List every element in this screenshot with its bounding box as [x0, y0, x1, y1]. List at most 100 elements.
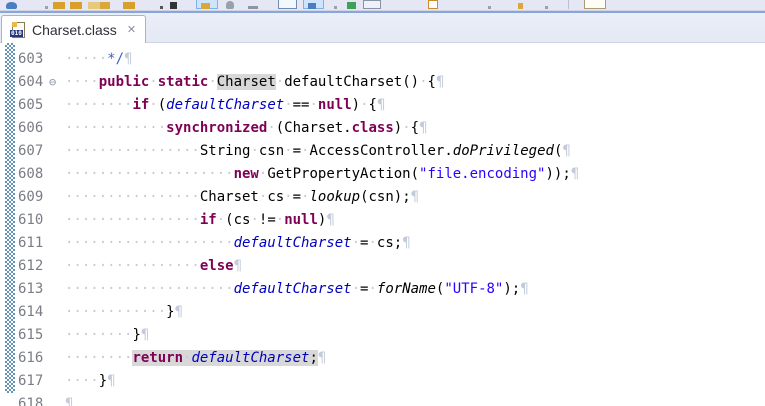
- fold-collapse-icon[interactable]: ⊖: [49, 71, 65, 94]
- line-number[interactable]: 605: [0, 94, 49, 117]
- code-line[interactable]: 606 ············synchronized·(Charset.cla…: [0, 117, 765, 140]
- code-line[interactable]: 616········return·defaultCharset;¶: [0, 347, 765, 370]
- code-line[interactable]: 607················String·csn·=·AccessCo…: [0, 140, 765, 163]
- toolbar-icon-fragment[interactable]: [100, 2, 110, 9]
- code-line[interactable]: 617····}¶: [0, 370, 765, 393]
- line-number[interactable]: 603: [0, 48, 49, 71]
- code-text: ····public·static·Charset·defaultCharset…: [65, 71, 444, 94]
- code-segment: ¶: [562, 143, 570, 159]
- code-segment: cs;: [377, 235, 402, 251]
- fold-column: [49, 209, 65, 232]
- code-line[interactable]: 609················Charset·cs·=·lookup(c…: [0, 186, 765, 209]
- code-segment: ·: [284, 189, 292, 205]
- code-segment: ): [394, 120, 402, 136]
- tab-title: Charset.class: [32, 22, 117, 38]
- code-segment: ·: [284, 97, 292, 113]
- code-text: ········}¶: [65, 324, 149, 347]
- code-segment: ·: [250, 212, 258, 228]
- code-segment: doPrivileged: [453, 143, 554, 159]
- occurrence-highlight: ;: [309, 350, 317, 366]
- code-segment: {: [411, 120, 419, 136]
- toolbar-icon-fragment[interactable]: [201, 3, 210, 9]
- code-segment: {: [369, 97, 377, 113]
- fold-column: [49, 278, 65, 301]
- toolbar-icon-fragment[interactable]: [6, 2, 17, 9]
- code-text: ············synchronized·(Charset.class)…: [65, 117, 428, 140]
- line-number[interactable]: 618: [0, 393, 49, 406]
- code-segment: ·: [284, 143, 292, 159]
- code-line[interactable]: 605········if·(defaultCharset·==·null)·{…: [0, 94, 765, 117]
- toolbar-icon-fragment[interactable]: [88, 2, 100, 9]
- code-segment: null: [284, 212, 318, 228]
- code-segment: new: [234, 166, 259, 182]
- toolbar-icon-fragment[interactable]: [53, 2, 65, 9]
- code-line[interactable]: 612················else¶: [0, 255, 765, 278]
- fold-column: [49, 117, 65, 140]
- code-segment: ············: [65, 120, 166, 136]
- code-segment: ····: [65, 373, 99, 389]
- fold-column: [49, 370, 65, 393]
- line-number[interactable]: 606: [0, 117, 49, 140]
- tab-close-icon[interactable]: ✕: [127, 23, 136, 36]
- toolbar-icon-fragment[interactable]: [70, 2, 82, 9]
- line-number[interactable]: 613: [0, 278, 49, 301]
- code-line[interactable]: 611····················defaultCharset·=·…: [0, 232, 765, 255]
- code-text: ·····*/¶: [65, 48, 132, 71]
- code-line[interactable]: 608····················new·GetPropertyAc…: [0, 163, 765, 186]
- code-segment: ·: [419, 74, 427, 90]
- code-segment: (: [158, 97, 166, 113]
- toolbar-icon-fragment[interactable]: [568, 0, 569, 9]
- code-line[interactable]: 613····················defaultCharset·=·…: [0, 278, 765, 301]
- line-number[interactable]: 615: [0, 324, 49, 347]
- toolbar-icon-fragment[interactable]: [226, 1, 234, 9]
- code-segment: ));: [545, 166, 570, 182]
- toolbar-icon-fragment[interactable]: [45, 6, 48, 9]
- fold-column: [49, 301, 65, 324]
- code-line[interactable]: 618¶: [0, 393, 765, 406]
- code-segment: ····················: [65, 281, 234, 297]
- toolbar-icon-fragment[interactable]: [248, 6, 258, 9]
- line-number[interactable]: 604: [0, 71, 49, 94]
- toolbar-icon-fragment[interactable]: [170, 2, 177, 9]
- toolbar-icon-fragment[interactable]: [488, 6, 491, 9]
- line-number[interactable]: 612: [0, 255, 49, 278]
- code-segment: defaultCharset(): [284, 74, 419, 90]
- line-number[interactable]: 610: [0, 209, 49, 232]
- code-segment: synchronized: [166, 120, 267, 136]
- code-segment: ·: [250, 143, 258, 159]
- code-line[interactable]: 610················if·(cs·!=·null)¶: [0, 209, 765, 232]
- code-segment: forName: [377, 281, 436, 297]
- toolbar-icon-fragment[interactable]: [123, 2, 135, 9]
- line-number[interactable]: 611: [0, 232, 49, 255]
- code-line[interactable]: 604⊖····public·static·Charset·defaultCha…: [0, 71, 765, 94]
- code-segment: ): [352, 97, 360, 113]
- code-line[interactable]: 614············}¶: [0, 301, 765, 324]
- tab-charset-class[interactable]: 010 Charset.class ✕: [1, 15, 146, 43]
- toolbar-icon-fragment[interactable]: [278, 0, 297, 9]
- code-segment: =: [293, 143, 301, 159]
- code-editor[interactable]: 603·····*/¶604⊖····public·static·Charset…: [0, 43, 765, 406]
- toolbar-icon-fragment[interactable]: [363, 0, 381, 9]
- toolbar-icon-fragment[interactable]: [545, 6, 548, 9]
- toolbar-icon-fragment[interactable]: [347, 2, 356, 9]
- line-number[interactable]: 617: [0, 370, 49, 393]
- toolbar-icon-fragment[interactable]: [334, 6, 337, 9]
- line-number[interactable]: 616: [0, 347, 49, 370]
- code-segment: (Charset.: [276, 120, 352, 136]
- code-segment: ····················: [65, 166, 234, 182]
- code-line[interactable]: 615 ········}¶: [0, 324, 765, 347]
- line-number[interactable]: 607: [0, 140, 49, 163]
- line-number[interactable]: 614: [0, 301, 49, 324]
- code-text: ········if·(defaultCharset·==·null)·{¶: [65, 94, 385, 117]
- code-segment: ·: [149, 74, 157, 90]
- code-segment: {: [428, 74, 436, 90]
- code-line[interactable]: 603 ·····*/¶: [0, 48, 765, 71]
- toolbar-icon-fragment[interactable]: [428, 0, 438, 9]
- line-number[interactable]: 608: [0, 163, 49, 186]
- toolbar-icon-fragment[interactable]: [584, 0, 606, 9]
- toolbar-icon-fragment[interactable]: [308, 3, 316, 9]
- code-segment: ¶: [124, 51, 132, 67]
- toolbar-icon-fragment[interactable]: [160, 6, 163, 9]
- line-number[interactable]: 609: [0, 186, 49, 209]
- toolbar-icon-fragment[interactable]: [518, 3, 523, 9]
